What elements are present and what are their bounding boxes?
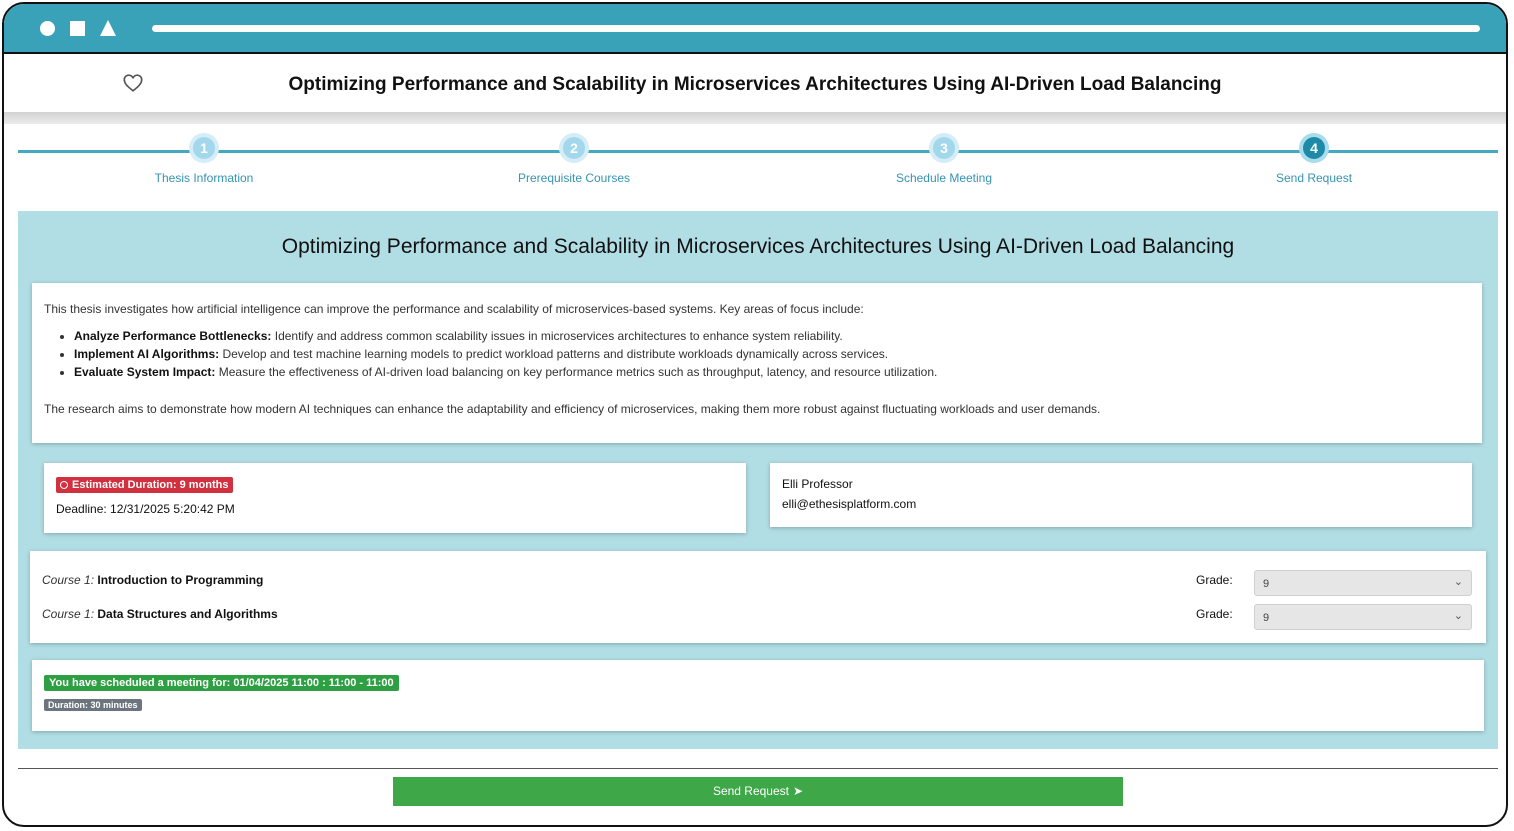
meeting-duration-badge: Duration: 30 minutes bbox=[44, 699, 142, 711]
step-number: 4 bbox=[1303, 137, 1325, 159]
chevron-down-icon: ⌄ bbox=[1453, 576, 1463, 588]
grade-label: Grade: bbox=[1196, 607, 1233, 621]
list-item: Analyze Performance Bottlenecks: Identif… bbox=[74, 329, 937, 343]
grade-select[interactable]: 9 ⌄ bbox=[1254, 570, 1472, 596]
step-label: Prerequisite Courses bbox=[517, 171, 631, 185]
grade-label: Grade: bbox=[1196, 573, 1233, 587]
list-item-title: Implement AI Algorithms: bbox=[74, 347, 220, 361]
paper-plane-icon: ➤ bbox=[793, 784, 804, 798]
focus-list: Analyze Performance Bottlenecks: Identif… bbox=[44, 325, 937, 383]
send-request-button[interactable]: Send Request ➤ bbox=[393, 777, 1123, 806]
step-send-request[interactable]: 4 Send Request bbox=[1214, 137, 1414, 185]
clock-icon bbox=[60, 481, 68, 489]
triangle-icon bbox=[100, 20, 116, 36]
heart-icon[interactable] bbox=[122, 72, 144, 94]
list-item-text: Develop and test machine learning models… bbox=[219, 347, 889, 361]
step-label: Send Request bbox=[1275, 171, 1353, 185]
grade-value: 9 bbox=[1263, 578, 1270, 590]
course-name: Introduction to Programming bbox=[97, 573, 264, 587]
thesis-description: This thesis investigates how artificial … bbox=[32, 283, 1482, 443]
duration-badge: Estimated Duration: 9 months bbox=[56, 477, 234, 493]
course-prefix: Course 1: bbox=[42, 573, 95, 587]
step-number: 1 bbox=[193, 137, 215, 159]
circle-icon bbox=[40, 21, 55, 36]
duration-card: Estimated Duration: 9 months Deadline: 1… bbox=[44, 463, 746, 533]
professor-email: elli@ethesisplatform.com bbox=[782, 497, 917, 511]
step-label: Thesis Information bbox=[154, 171, 254, 185]
chevron-down-icon: ⌄ bbox=[1453, 610, 1463, 622]
course-prefix: Course 1: bbox=[42, 607, 95, 621]
course-name: Data Structures and Algorithms bbox=[97, 607, 278, 621]
list-item-text: Identify and address common scalability … bbox=[271, 329, 843, 343]
address-bar[interactable] bbox=[152, 25, 1480, 32]
step-prerequisite-courses[interactable]: 2 Prerequisite Courses bbox=[474, 137, 674, 185]
list-item: Implement AI Algorithms: Develop and tes… bbox=[74, 347, 937, 361]
list-item-title: Evaluate System Impact: bbox=[74, 365, 216, 379]
list-item-title: Analyze Performance Bottlenecks: bbox=[74, 329, 272, 343]
step-schedule-meeting[interactable]: 3 Schedule Meeting bbox=[844, 137, 1044, 185]
page-title: Optimizing Performance and Scalability i… bbox=[288, 74, 1222, 95]
meeting-card: You have scheduled a meeting for: 01/04/… bbox=[32, 660, 1484, 731]
list-item-text: Measure the effectiveness of AI-driven l… bbox=[215, 365, 938, 379]
step-number: 3 bbox=[933, 137, 955, 159]
grade-select[interactable]: 9 ⌄ bbox=[1254, 604, 1472, 630]
description-conclusion: The research aims to demonstrate how mod… bbox=[44, 402, 1101, 416]
deadline: Deadline: 12/31/2025 5:20:42 PM bbox=[56, 502, 235, 516]
summary-panel: Optimizing Performance and Scalability i… bbox=[18, 211, 1498, 749]
send-request-label: Send Request bbox=[712, 784, 789, 798]
course-row: Course 1: Data Structures and Algorithms bbox=[42, 607, 278, 621]
stepper: 1 Thesis Information 2 Prerequisite Cour… bbox=[18, 132, 1498, 202]
grade-value: 9 bbox=[1263, 612, 1270, 624]
duration-text: Estimated Duration: 9 months bbox=[72, 479, 229, 491]
header-shadow bbox=[4, 112, 1506, 124]
step-label: Schedule Meeting bbox=[895, 171, 993, 185]
app-window: Optimizing Performance and Scalability i… bbox=[2, 2, 1508, 827]
thesis-title: Optimizing Performance and Scalability i… bbox=[281, 235, 1235, 258]
step-number: 2 bbox=[563, 137, 585, 159]
meeting-badge: You have scheduled a meeting for: 01/04/… bbox=[44, 675, 399, 691]
square-icon bbox=[70, 21, 85, 36]
professor-card: Elli Professor elli@ethesisplatform.com bbox=[770, 463, 1472, 527]
title-bar: Optimizing Performance and Scalability i… bbox=[4, 54, 1506, 112]
divider bbox=[18, 768, 1498, 769]
list-item: Evaluate System Impact: Measure the effe… bbox=[74, 365, 937, 379]
description-intro: This thesis investigates how artificial … bbox=[44, 302, 864, 316]
course-row: Course 1: Introduction to Programming bbox=[42, 573, 263, 587]
courses-card: Course 1: Introduction to Programming Gr… bbox=[30, 551, 1486, 643]
browser-chrome bbox=[4, 4, 1506, 54]
professor-name: Elli Professor bbox=[782, 477, 853, 491]
step-thesis-information[interactable]: 1 Thesis Information bbox=[104, 137, 304, 185]
